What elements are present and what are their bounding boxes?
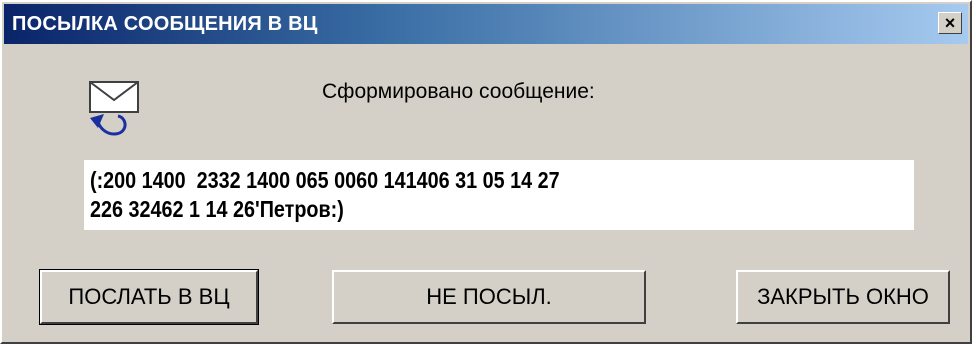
title-bar[interactable]: ПОСЫЛКА СООБЩЕНИЯ В ВЦ × — [4, 4, 968, 44]
envelope-send-icon — [89, 81, 139, 136]
send-to-vc-button[interactable]: ПОСЛАТЬ В ВЦ — [39, 269, 259, 325]
message-line-2: 226 32462 1 14 26'Петров:) — [90, 196, 344, 222]
window-title: ПОСЫЛКА СООБЩЕНИЯ В ВЦ — [12, 13, 318, 35]
dialog-window: ПОСЫЛКА СООБЩЕНИЯ В ВЦ × Сформировано со… — [0, 0, 972, 344]
message-text-box: (:200 1400 2332 1400 065 0060 141406 31 … — [84, 160, 914, 230]
message-caption: Сформировано сообщение: — [322, 80, 595, 103]
close-window-button[interactable]: ЗАКРЫТЬ ОКНО — [736, 270, 950, 324]
do-not-send-button[interactable]: НЕ ПОСЫЛ. — [332, 270, 646, 324]
close-icon: × — [944, 13, 956, 33]
close-button[interactable]: × — [938, 12, 962, 34]
message-line-1: (:200 1400 2332 1400 065 0060 141406 31 … — [90, 167, 560, 193]
